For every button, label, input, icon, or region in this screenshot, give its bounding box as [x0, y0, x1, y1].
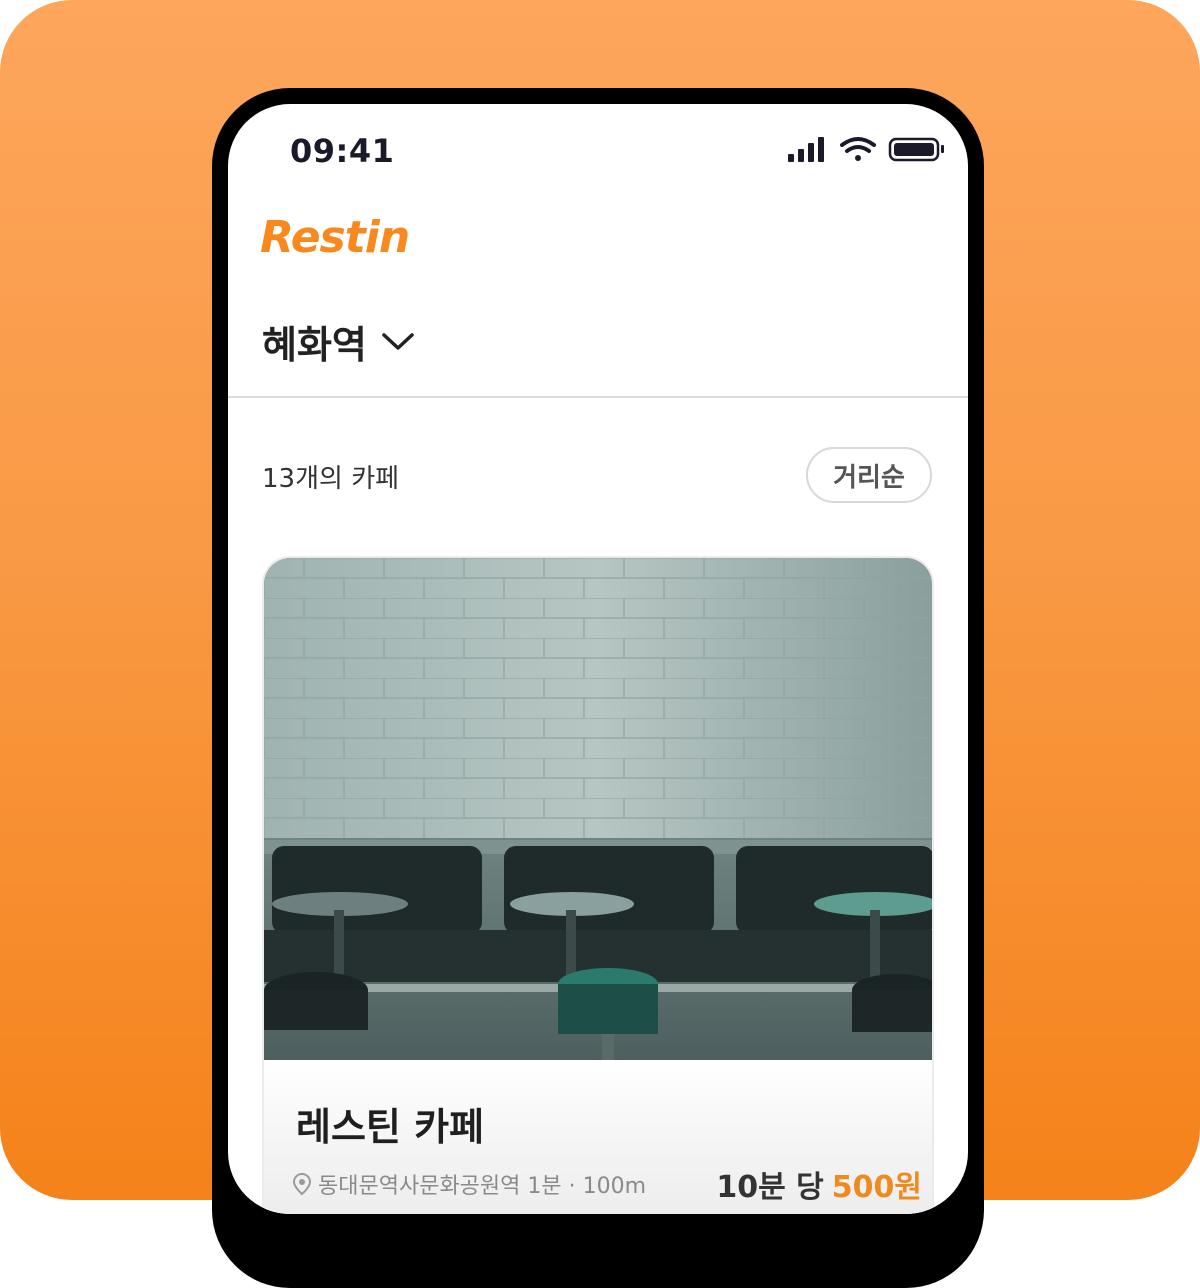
cafe-location: 동대문역사문화공원역 1분 · 100m [292, 1168, 646, 1200]
battery-icon [888, 137, 944, 162]
cafe-location-text: 동대문역사문화공원역 1분 · 100m [318, 1174, 647, 1199]
status-time: 09:41 [290, 132, 395, 170]
cafe-photo [264, 558, 932, 1060]
station-selector[interactable]: 혜화역 [262, 316, 415, 367]
wifi-icon [840, 137, 876, 161]
location-pin-icon [292, 1172, 312, 1196]
station-name: 혜화역 [262, 322, 367, 367]
app-logo[interactable]: Restin [260, 212, 410, 263]
price-unit: 10분 당 [716, 1170, 824, 1205]
cafe-card[interactable]: 레스틴 카페 동대문역사문화공원역 1분 · 100m 10분 당 500원 [262, 556, 934, 1214]
price-amount: 500원 [831, 1170, 922, 1205]
sort-button[interactable]: 거리순 [806, 447, 932, 503]
chevron-down-icon [382, 333, 414, 350]
header-divider [228, 396, 968, 398]
cafe-meta: 동대문역사문화공원역 1분 · 100m 10분 당 500원 [292, 1162, 922, 1206]
app-screen: 09:41 Restin 혜화역 13개의 카페 거리순 레스틴 카페 동대문역… [228, 104, 968, 1214]
cafe-name: 레스틴 카페 [296, 1105, 485, 1149]
cafe-count: 13개의 카페 [262, 464, 400, 494]
cafe-price: 10분 당 500원 [716, 1162, 922, 1206]
signal-icon [788, 137, 824, 162]
status-icons [788, 137, 944, 162]
